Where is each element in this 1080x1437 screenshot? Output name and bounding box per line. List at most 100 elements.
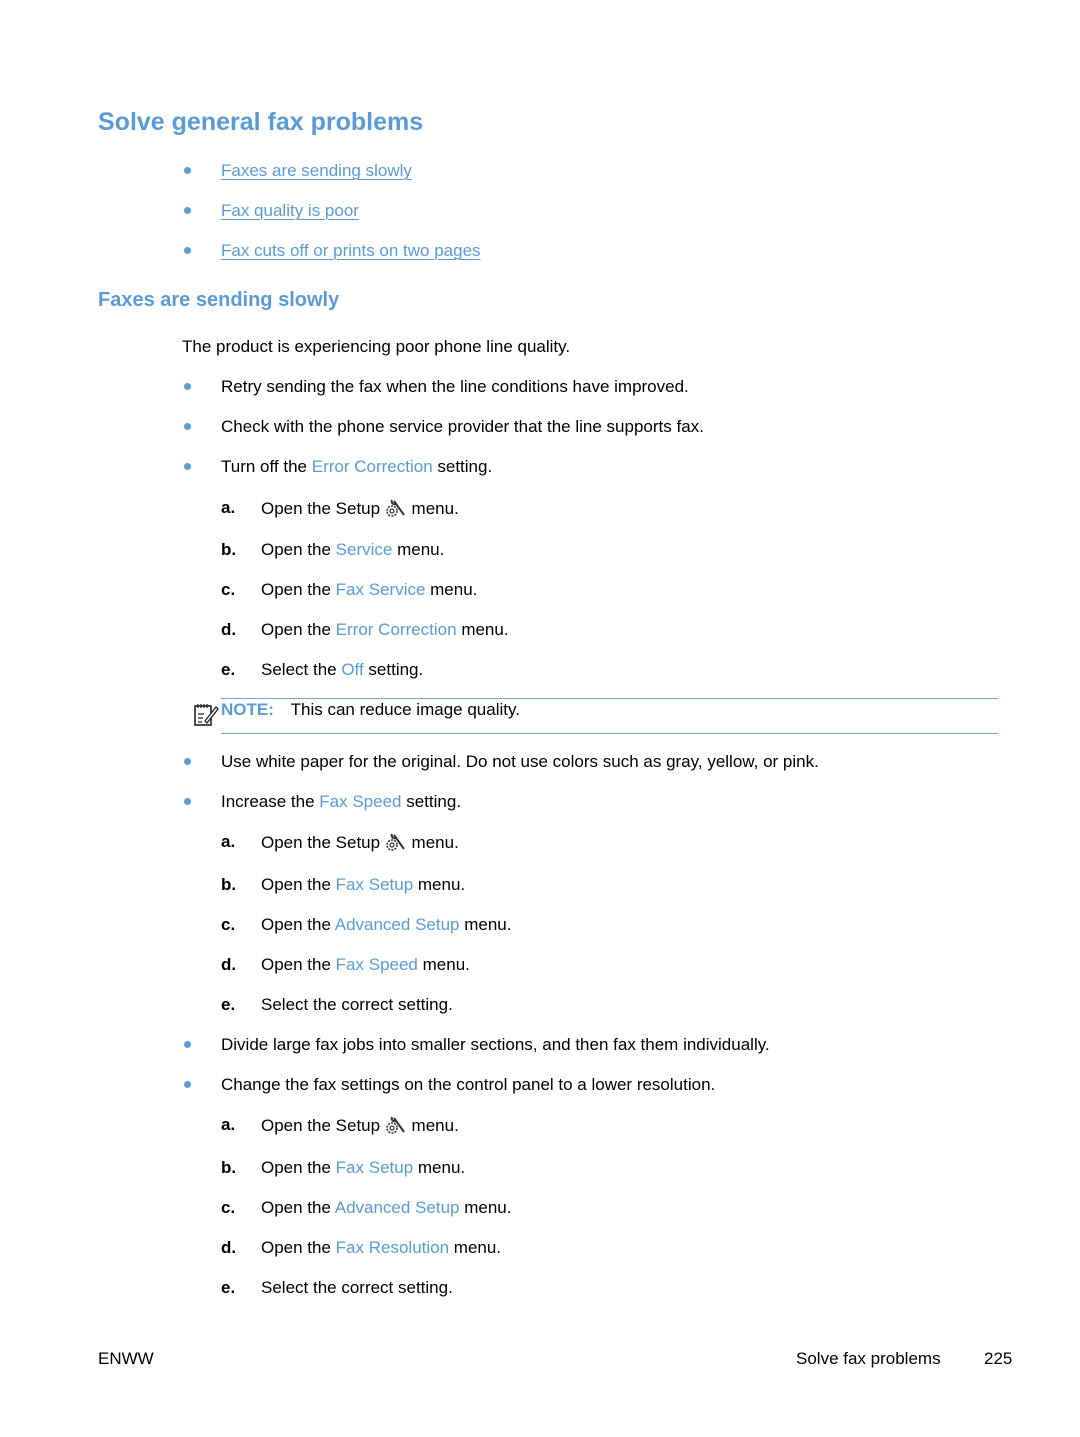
step-letter: d. — [221, 1238, 237, 1257]
step-open-fax-resolution: Open the Fax Resolution menu. — [261, 1238, 501, 1258]
bullet-icon — [184, 1081, 191, 1088]
note-top-rule — [221, 698, 998, 699]
text: menu. — [406, 499, 459, 518]
step-letter: e. — [221, 660, 236, 679]
text: Open the — [261, 1238, 336, 1257]
text: menu. — [413, 1158, 466, 1177]
bullet-divide-jobs: Divide large fax jobs into smaller secti… — [221, 1035, 770, 1054]
text: Open the — [261, 915, 335, 934]
term-fax-speed: Fax Speed — [319, 792, 402, 811]
footer-page-number: 225 — [984, 1349, 1013, 1368]
step-select-off: Select the Off setting. — [261, 660, 423, 680]
term: Fax Service — [335, 580, 426, 599]
term: Fax Setup — [335, 1158, 414, 1177]
footer-section: Solve fax problems — [796, 1349, 941, 1368]
step-letter: c. — [221, 915, 236, 934]
toc-link-fax-quality-poor[interactable]: Fax quality is poor — [221, 201, 359, 221]
term: Error Correction — [335, 620, 457, 639]
term: Advanced Setup — [334, 915, 460, 934]
note-label: NOTE: — [221, 700, 274, 719]
text: Increase the — [221, 792, 320, 811]
text: Turn off the — [221, 457, 312, 476]
text: Open the — [261, 620, 336, 639]
step-open-advanced-setup: Open the Advanced Setup menu. — [261, 915, 511, 935]
step-open-fax-setup: Open the Fax Setup menu. — [261, 1158, 465, 1178]
step-open-service: Open the Service menu. — [261, 540, 444, 560]
step-letter: a. — [221, 498, 236, 517]
bullet-white-paper: Use white paper for the original. Do not… — [221, 752, 819, 771]
text: Open the — [261, 1198, 335, 1217]
text: Open the Setup — [261, 1116, 385, 1135]
term: Fax Resolution — [335, 1238, 450, 1257]
text: Open the — [261, 1158, 336, 1177]
text: menu. — [459, 915, 512, 934]
term: Advanced Setup — [334, 1198, 460, 1217]
step-open-error-correction: Open the Error Correction menu. — [261, 620, 509, 640]
text: menu. — [413, 875, 466, 894]
text: Open the — [261, 955, 336, 974]
toc-link-fax-cuts-off[interactable]: Fax cuts off or prints on two pages — [221, 241, 481, 261]
step-open-advanced-setup: Open the Advanced Setup menu. — [261, 1198, 511, 1218]
step-letter: d. — [221, 620, 237, 639]
note-bottom-rule — [221, 733, 998, 734]
text: menu. — [456, 620, 509, 639]
text: Select the correct setting. — [261, 1278, 453, 1297]
text: Open the — [261, 540, 336, 559]
bullet-icon — [184, 798, 191, 805]
text: Open the Setup — [261, 499, 385, 518]
step-letter: b. — [221, 540, 237, 559]
bullet-check-provider: Check with the phone service provider th… — [221, 417, 704, 436]
term: Service — [335, 540, 393, 559]
note-content: NOTE: This can reduce image quality. — [221, 700, 520, 720]
bullet-icon — [184, 207, 191, 214]
bullet-fax-speed: Increase the Fax Speed setting. — [221, 792, 461, 812]
note-text: This can reduce image quality. — [290, 700, 520, 719]
step-open-fax-speed: Open the Fax Speed menu. — [261, 955, 470, 975]
text: menu. — [459, 1198, 512, 1217]
step-letter: c. — [221, 1198, 236, 1217]
step-letter: a. — [221, 832, 236, 851]
term: Fax Speed — [335, 955, 418, 974]
bullet-retry: Retry sending the fax when the line cond… — [221, 377, 689, 396]
setup-wrench-gear-icon — [386, 1116, 405, 1134]
text: menu. — [406, 1116, 459, 1135]
footer-locale: ENWW — [98, 1349, 154, 1368]
step-open-fax-service: Open the Fax Service menu. — [261, 580, 477, 600]
step-letter: b. — [221, 875, 237, 894]
step-select-correct-setting: Select the correct setting. — [261, 995, 453, 1015]
step-select-correct-setting: Select the correct setting. — [261, 1278, 453, 1298]
text: Select the — [261, 660, 342, 679]
term: Off — [341, 660, 364, 679]
text: setting. — [401, 792, 462, 811]
step-letter: e. — [221, 995, 236, 1014]
term-error-correction: Error Correction — [311, 457, 433, 476]
step-letter: a. — [221, 1115, 236, 1134]
step-open-setup: Open the Setup menu. — [261, 498, 459, 519]
step-open-setup: Open the Setup menu. — [261, 832, 459, 853]
text: menu. — [392, 540, 445, 559]
note-pad-icon — [194, 704, 219, 726]
bullet-lower-resolution: Change the fax settings on the control p… — [221, 1075, 716, 1094]
bullet-icon — [184, 167, 191, 174]
setup-wrench-gear-icon — [386, 499, 405, 517]
bullet-icon — [184, 383, 191, 390]
bullet-icon — [184, 463, 191, 470]
bullet-icon — [184, 423, 191, 430]
text: Open the Setup — [261, 833, 385, 852]
bullet-icon — [184, 758, 191, 765]
step-letter: c. — [221, 580, 236, 599]
step-open-fax-setup: Open the Fax Setup menu. — [261, 875, 465, 895]
step-open-setup: Open the Setup menu. — [261, 1115, 459, 1136]
text: Open the — [261, 580, 336, 599]
bullet-icon — [184, 1041, 191, 1048]
page-title: Solve general fax problems — [98, 108, 424, 136]
toc-link-faxes-sending-slowly[interactable]: Faxes are sending slowly — [221, 161, 412, 181]
text: menu. — [425, 580, 478, 599]
bullet-error-correction: Turn off the Error Correction setting. — [221, 457, 492, 477]
text: menu. — [449, 1238, 502, 1257]
intro-text: The product is experiencing poor phone l… — [182, 337, 571, 356]
text: menu. — [417, 955, 470, 974]
text: Open the — [261, 875, 336, 894]
step-letter: b. — [221, 1158, 237, 1177]
step-letter: d. — [221, 955, 237, 974]
